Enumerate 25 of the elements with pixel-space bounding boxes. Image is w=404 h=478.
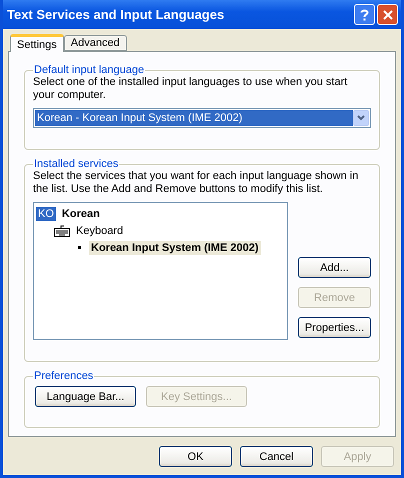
group-title: Default input language (33, 64, 146, 76)
language-dropdown[interactable]: Korean - Korean Input System (IME 2002) (33, 108, 371, 128)
chevron-down-icon (357, 115, 365, 121)
window-title: Text Services and Input Languages (7, 7, 224, 22)
tab[interactable]: Advanced (64, 35, 127, 51)
bullet-icon (78, 246, 81, 249)
tab[interactable]: Settings (10, 34, 64, 52)
group-title: Preferences (33, 370, 94, 382)
language-badge: KO (36, 206, 56, 220)
close-button[interactable] (377, 4, 398, 25)
tree-item[interactable]: Korean Input System (IME 2002) (89, 240, 260, 254)
preference-button[interactable]: Language Bar... (35, 386, 136, 407)
description-text: Select one of the installed input languages to use when you start your computer. (33, 76, 348, 102)
question-mark-icon (360, 8, 369, 20)
group-title: Installed services (33, 158, 120, 170)
dialog-button[interactable]: Cancel (240, 446, 313, 467)
tree-item[interactable]: Korean (60, 206, 102, 220)
keyboard-icon (54, 224, 70, 236)
service-button[interactable]: Add... (298, 257, 371, 278)
help-button[interactable] (354, 4, 375, 25)
dialog-button[interactable]: OK (159, 446, 232, 467)
close-icon (382, 10, 392, 20)
tree-item[interactable]: Keyboard (74, 224, 126, 238)
description-text: Select the services that you want for each input language shown in the list. Use the Add and Remove buttons to modify this list. (33, 170, 360, 196)
service-button[interactable]: Properties... (298, 317, 371, 338)
